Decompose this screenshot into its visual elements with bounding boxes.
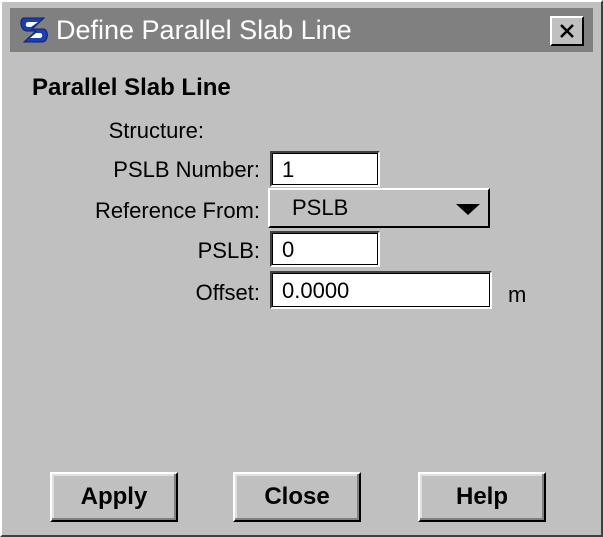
reference-from-dropdown[interactable]: PSLB [268,188,490,228]
pslb-label: PSLB: [197,238,260,263]
dropdown-arrow-icon [456,204,480,215]
pslb-number-label: PSLB Number: [113,157,260,182]
offset-unit: m [508,282,527,307]
window-title: Define Parallel Slab Line [56,15,352,45]
offset-field[interactable] [270,271,492,309]
apply-button[interactable]: Apply [50,472,178,522]
offset-label: Offset: [195,280,260,305]
help-button[interactable]: Help [418,472,546,522]
close-button[interactable]: Close [233,472,361,522]
dialog-window: Define Parallel Slab Line Parallel Slab … [0,0,603,537]
window-close-button[interactable] [550,16,584,46]
title-bar[interactable]: Define Parallel Slab Line [10,8,593,52]
structure-label: Structure: [108,118,204,143]
pslb-number-field[interactable] [270,151,380,187]
pslb-field[interactable] [270,231,380,267]
close-icon [560,24,574,38]
bentley-b-icon [20,17,48,43]
reference-from-label: Reference From: [94,198,260,223]
reference-from-value: PSLB [292,195,349,220]
section-title: Parallel Slab Line [32,74,231,101]
